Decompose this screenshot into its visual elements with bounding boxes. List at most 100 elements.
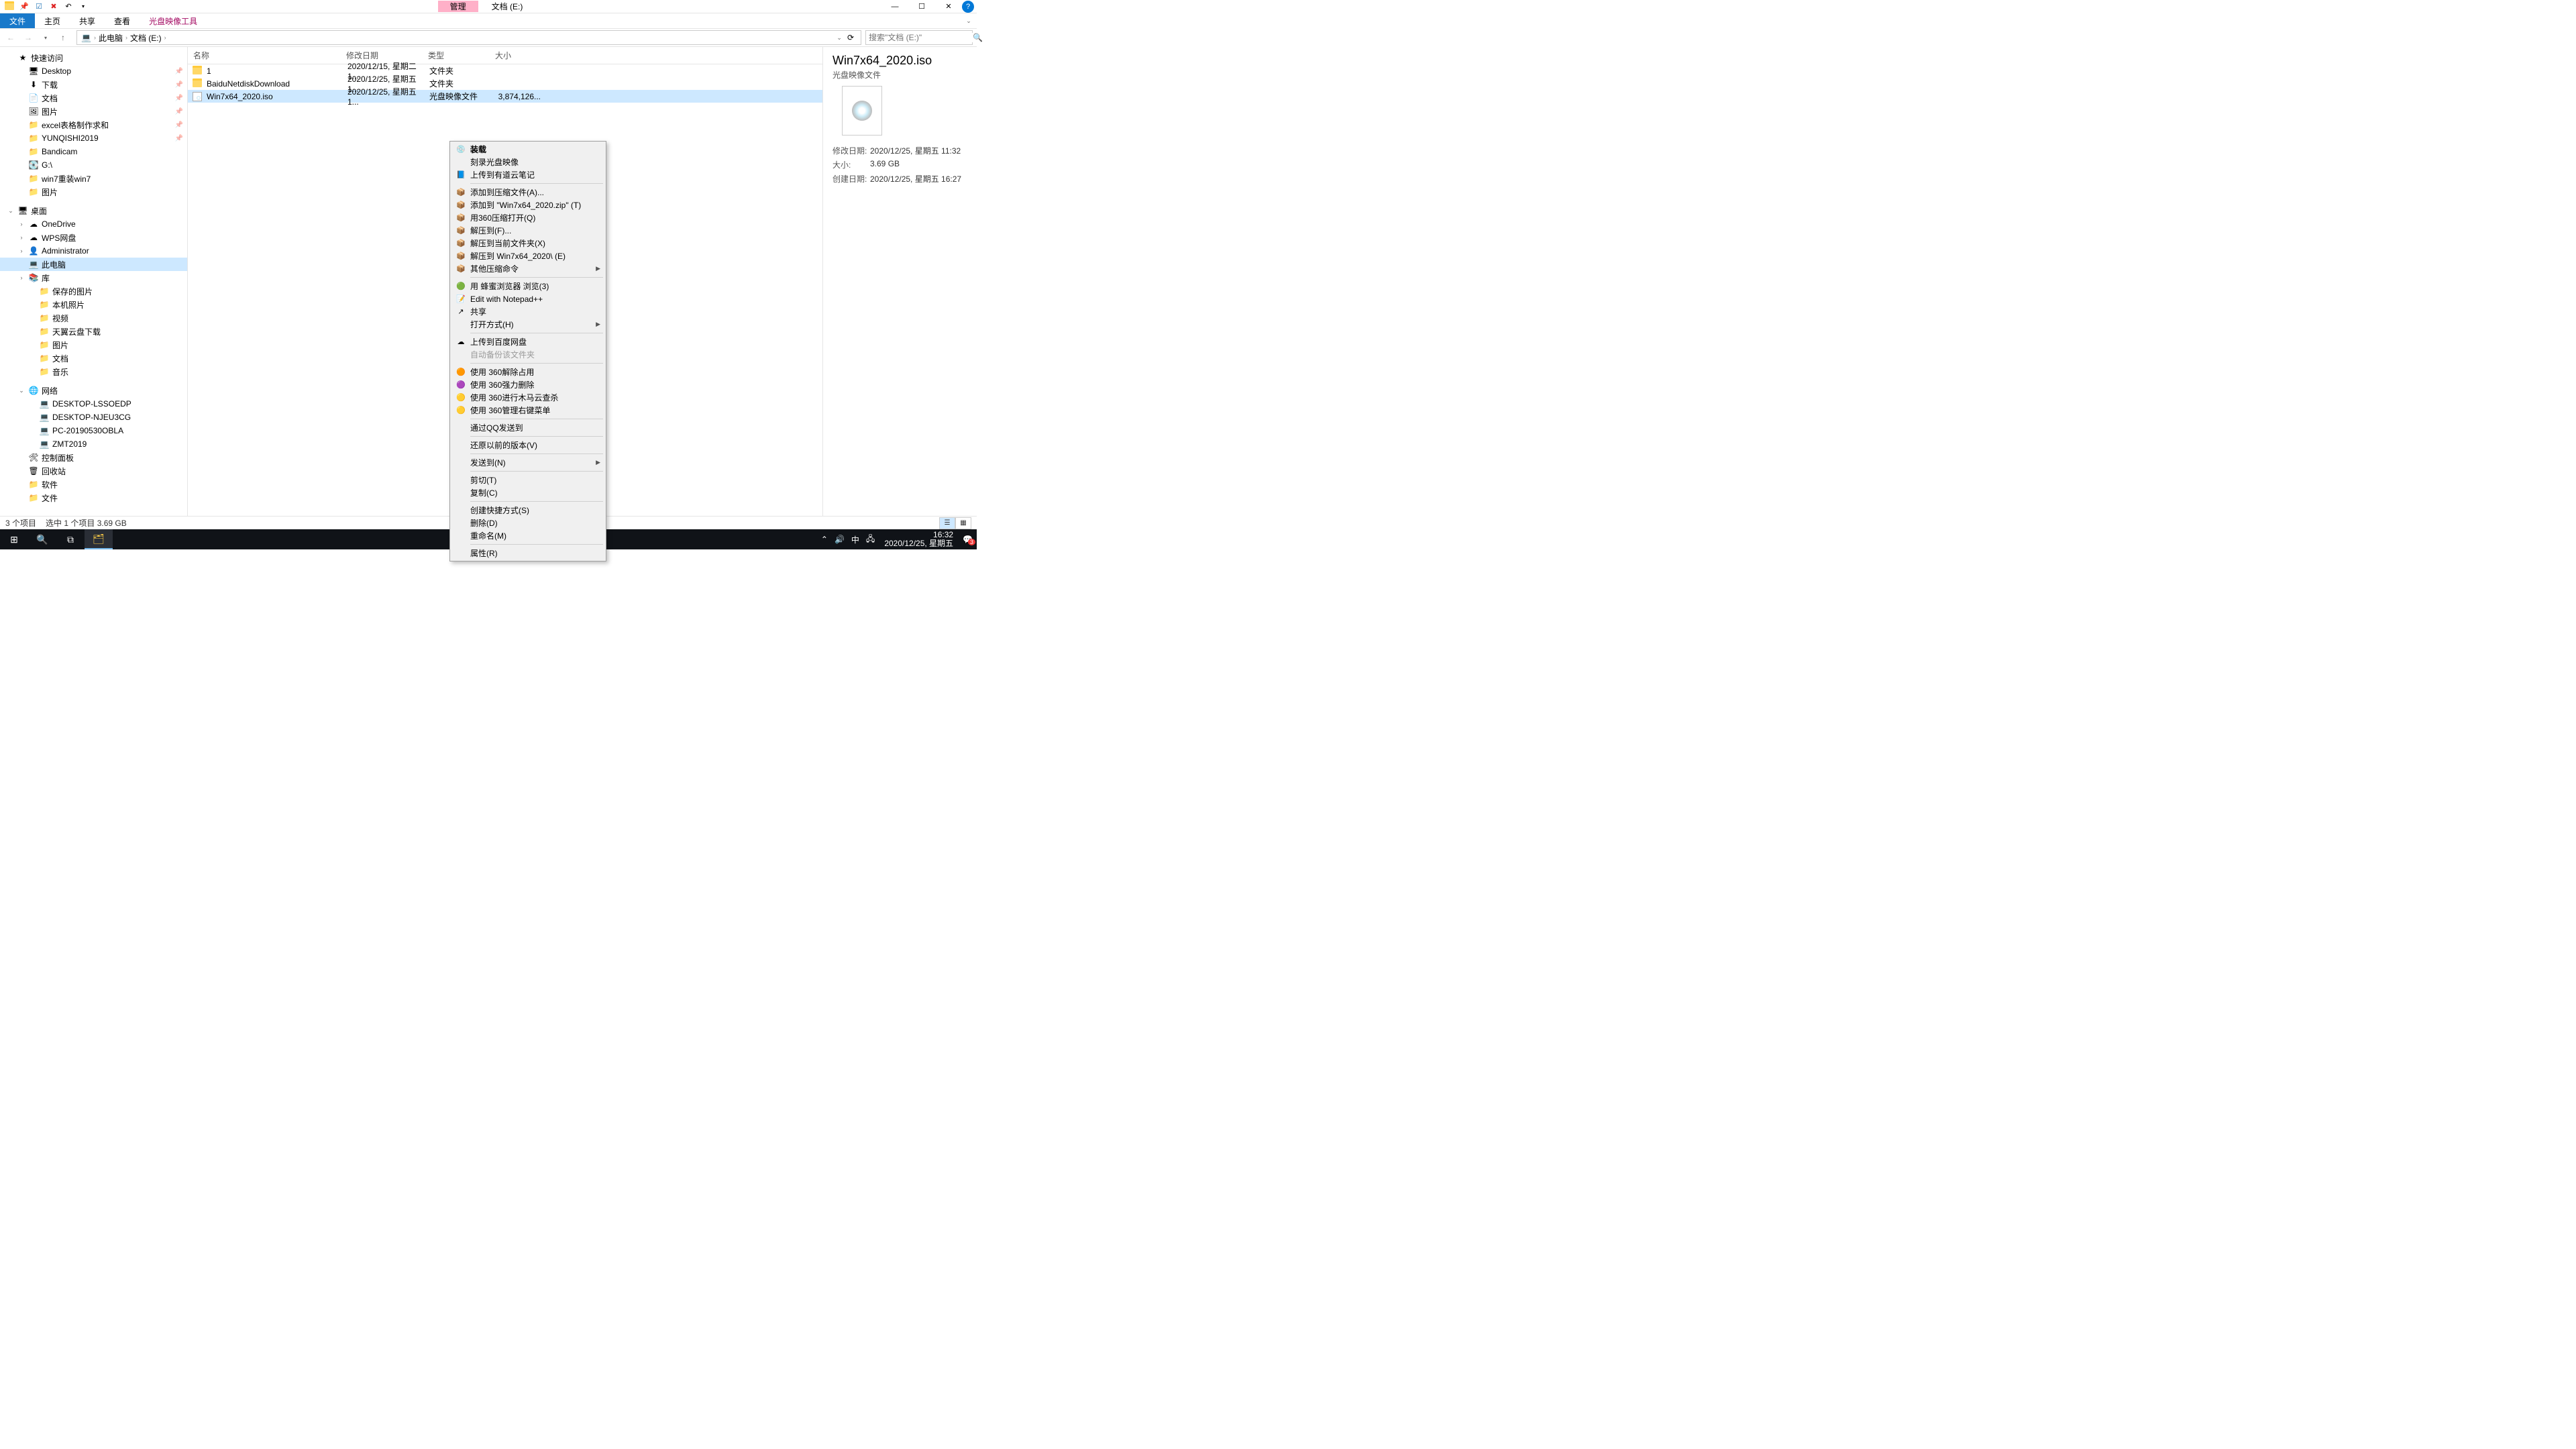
context-menu-item[interactable]: 创建快捷方式(S) [451, 504, 604, 517]
icons-view-button[interactable]: ▦ [955, 517, 971, 529]
tree-item[interactable]: 📁excel表格制作求和 [0, 118, 187, 131]
task-view-button[interactable]: ⧉ [56, 529, 85, 549]
qat-undo-icon[interactable]: ↶ [63, 1, 74, 12]
search-input[interactable] [869, 33, 973, 42]
tree-item[interactable]: 📁图片 [0, 185, 187, 199]
context-menu-item[interactable]: 📦解压到(F)... [451, 224, 604, 237]
tree-item[interactable]: 📁win7重装win7 [0, 172, 187, 185]
file-row[interactable]: BaiduNetdiskDownload2020/12/25, 星期五 1...… [188, 77, 822, 90]
nav-forward-button[interactable]: → [21, 31, 35, 44]
search-button[interactable]: 🔍 [28, 529, 56, 549]
nav-recent-dropdown[interactable]: ▾ [39, 31, 52, 44]
tray-overflow-icon[interactable]: ⌃ [821, 535, 828, 544]
col-size[interactable]: 大小 [490, 50, 541, 61]
col-name[interactable]: 名称 [188, 50, 341, 61]
tree-item[interactable]: 📁音乐 [0, 365, 187, 378]
tree-item[interactable]: 📁天翼云盘下载 [0, 325, 187, 338]
help-button[interactable]: ? [962, 1, 974, 13]
tree-item[interactable]: 📁软件 [0, 478, 187, 491]
tree-item[interactable]: ⌄🌐网络 [0, 384, 187, 397]
tree-item[interactable]: ★快速访问 [0, 51, 187, 64]
chevron-right-icon[interactable]: › [94, 34, 96, 41]
search-icon[interactable]: 🔍 [973, 33, 983, 42]
tree-item[interactable]: 📁Bandicam [0, 145, 187, 158]
volume-icon[interactable]: 🔊 [835, 535, 845, 544]
ribbon-tab-iso-tools[interactable]: 光盘映像工具 [140, 13, 207, 28]
address-dropdown-icon[interactable]: ⌄ [837, 34, 842, 42]
tree-item[interactable]: ›☁WPS网盘 [0, 231, 187, 244]
col-type[interactable]: 类型 [423, 50, 490, 61]
tree-item[interactable]: 💻此电脑 [0, 258, 187, 271]
network-icon[interactable]: 🖧 [866, 533, 875, 547]
chevron-right-icon[interactable]: › [164, 34, 166, 41]
context-menu-item[interactable]: 💿装载 [451, 143, 604, 156]
tree-item[interactable]: ⌄🖥桌面 [0, 204, 187, 217]
tree-item[interactable]: ›☁OneDrive [0, 217, 187, 231]
tree-item[interactable]: 💻DESKTOP-LSSOEDP [0, 397, 187, 411]
context-menu-item[interactable]: 剪切(T) [451, 474, 604, 486]
qat-dropdown-icon[interactable]: ▾ [78, 1, 89, 12]
nav-back-button[interactable]: ← [4, 31, 17, 44]
maximize-button[interactable]: ☐ [908, 0, 935, 13]
close-button[interactable]: ✕ [935, 0, 962, 13]
context-menu-item[interactable]: 🟡使用 360进行木马云查杀 [451, 391, 604, 404]
tree-item[interactable]: ⬇下载 [0, 78, 187, 91]
search-box[interactable]: 🔍 [865, 30, 973, 45]
ribbon-tab-view[interactable]: 查看 [105, 13, 140, 28]
file-row[interactable]: Win7x64_2020.iso2020/12/25, 星期五 1...光盘映像… [188, 90, 822, 103]
tree-item[interactable]: 🗑回收站 [0, 464, 187, 478]
crumb-this-pc[interactable]: 此电脑 [99, 32, 123, 44]
tree-item[interactable]: 📁文档 [0, 352, 187, 365]
explorer-taskbar-button[interactable]: 🗂 [85, 529, 113, 549]
context-menu-item[interactable]: 📦用360压缩打开(Q) [451, 211, 604, 224]
contextual-tab-header[interactable]: 管理 [438, 1, 478, 12]
context-menu-item[interactable]: 通过QQ发送到 [451, 421, 604, 434]
ribbon-tab-home[interactable]: 主页 [35, 13, 70, 28]
column-headers[interactable]: 名称 修改日期 类型 大小 [188, 47, 822, 64]
ime-indicator[interactable]: 中 [851, 534, 859, 545]
context-menu-item[interactable]: 打开方式(H)▶ [451, 318, 604, 331]
file-row[interactable]: 12020/12/15, 星期二 1...文件夹 [188, 64, 822, 77]
context-menu-item[interactable]: 📦添加到压缩文件(A)... [451, 186, 604, 199]
crumb-drive[interactable]: 文档 (E:) [130, 32, 162, 44]
context-menu-item[interactable]: 🟡使用 360管理右键菜单 [451, 404, 604, 417]
context-menu-item[interactable]: 📦其他压缩命令▶ [451, 262, 604, 275]
tree-item[interactable]: 💻PC-20190530OBLA [0, 424, 187, 437]
context-menu-item[interactable]: 刻录光盘映像 [451, 156, 604, 168]
context-menu-item[interactable]: 重命名(M) [451, 529, 604, 542]
tree-item[interactable]: 📁图片 [0, 338, 187, 352]
nav-up-button[interactable]: ↑ [56, 31, 70, 44]
tree-item[interactable]: 📁保存的图片 [0, 284, 187, 298]
action-center-icon[interactable]: 💬3 [963, 535, 973, 544]
ribbon-tab-file[interactable]: 文件 [0, 13, 35, 28]
ribbon-expand-icon[interactable]: ⌄ [961, 13, 977, 28]
context-menu-item[interactable]: 📦解压到当前文件夹(X) [451, 237, 604, 250]
minimize-button[interactable]: — [881, 0, 908, 13]
tree-item[interactable]: ›👤Administrator [0, 244, 187, 258]
tree-item[interactable]: 🖼图片 [0, 105, 187, 118]
context-menu-item[interactable]: 📦添加到 "Win7x64_2020.zip" (T) [451, 199, 604, 211]
context-menu-item[interactable]: 🟠使用 360解除占用 [451, 366, 604, 378]
context-menu-item[interactable]: 删除(D) [451, 517, 604, 529]
chevron-right-icon[interactable]: › [125, 34, 127, 41]
context-menu-item[interactable]: 🟢用 蜂蜜浏览器 浏览(3) [451, 280, 604, 292]
qat-delete-icon[interactable]: ✖ [48, 1, 59, 12]
tree-item[interactable]: 📁视频 [0, 311, 187, 325]
refresh-icon[interactable]: ⟳ [847, 33, 854, 42]
navigation-pane[interactable]: ★快速访问🖥Desktop⬇下载📄文档🖼图片📁excel表格制作求和📁YUNQI… [0, 47, 188, 516]
tree-item[interactable]: 📁本机照片 [0, 298, 187, 311]
start-button[interactable]: ⊞ [0, 529, 28, 549]
clock[interactable]: 16:32 2020/12/25, 星期五 [881, 531, 956, 548]
breadcrumb[interactable]: 💻 › 此电脑 › 文档 (E:) › ⌄ ⟳ [76, 30, 861, 45]
context-menu-item[interactable]: ☁上传到百度网盘 [451, 335, 604, 348]
context-menu-item[interactable]: 还原以前的版本(V) [451, 439, 604, 451]
context-menu-item[interactable]: 📦解压到 Win7x64_2020\ (E) [451, 250, 604, 262]
tree-item[interactable]: 🛠控制面板 [0, 451, 187, 464]
context-menu-item[interactable]: 复制(C) [451, 486, 604, 499]
tree-item[interactable]: 🖥Desktop [0, 64, 187, 78]
col-date[interactable]: 修改日期 [341, 50, 423, 61]
qat-props-icon[interactable]: ☑ [34, 1, 44, 12]
tree-item[interactable]: 💻ZMT2019 [0, 437, 187, 451]
tree-item[interactable]: 📁YUNQISHI2019 [0, 131, 187, 145]
qat-pin-icon[interactable]: 📌 [19, 1, 30, 12]
